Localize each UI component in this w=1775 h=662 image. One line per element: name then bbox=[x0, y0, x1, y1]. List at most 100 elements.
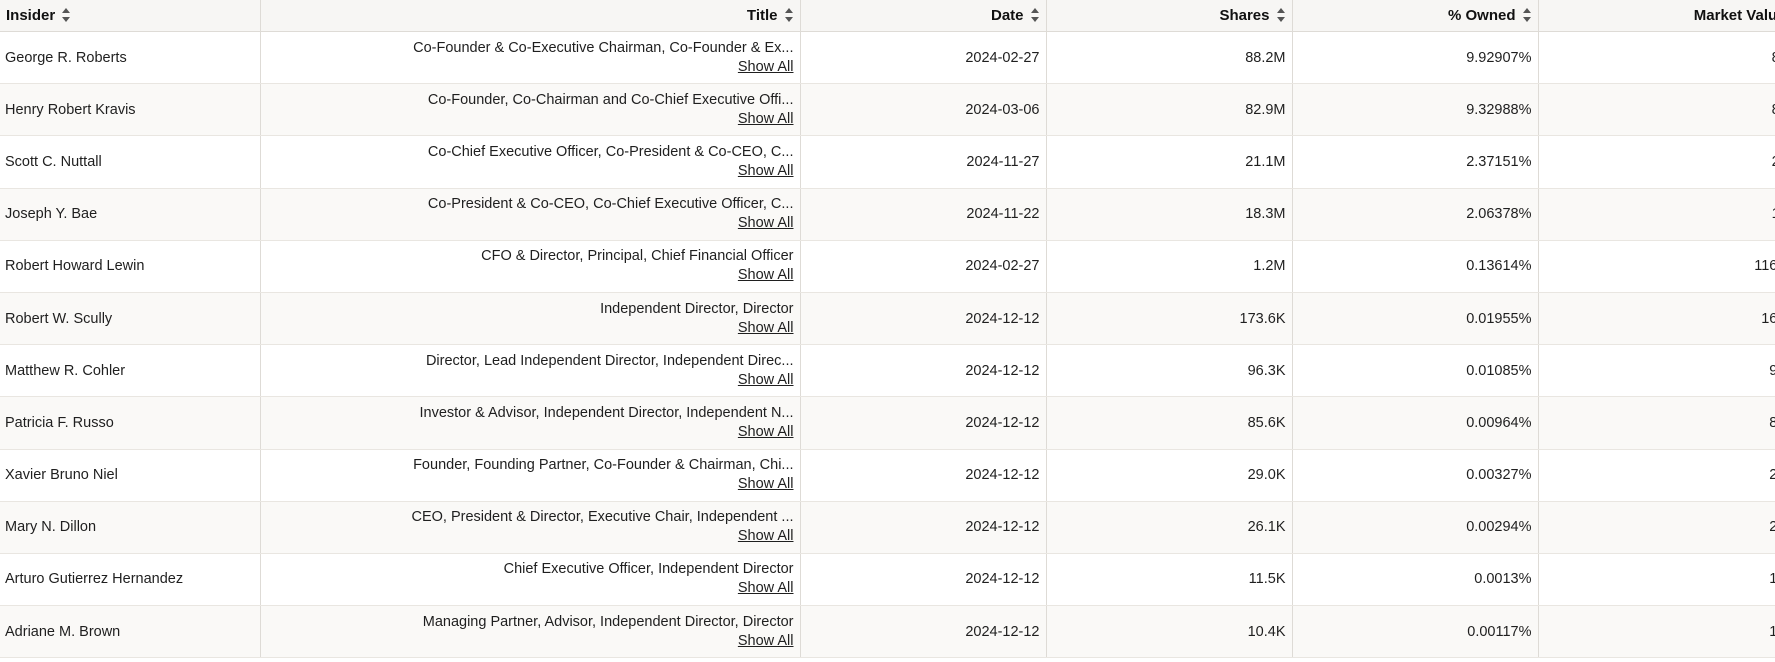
column-header-label: Market Value bbox=[1693, 7, 1775, 24]
show-all-link[interactable]: Show All bbox=[267, 162, 794, 181]
cell-owned: 0.13614% bbox=[1292, 240, 1539, 293]
cell-date: 2024-02-27 bbox=[800, 31, 1047, 85]
show-all-link[interactable]: Show All bbox=[267, 110, 794, 129]
show-all-link[interactable]: Show All bbox=[267, 475, 794, 494]
cell-shares: 85.6K bbox=[1046, 396, 1293, 450]
cell-date: 2024-02-27 bbox=[800, 240, 1047, 293]
cell-date: 2024-12-12 bbox=[800, 449, 1047, 502]
cell-owned: 0.00117% bbox=[1292, 605, 1539, 659]
column-header-market-value[interactable]: Market Value bbox=[1538, 0, 1775, 32]
cell-shares: 29.0K bbox=[1046, 449, 1293, 502]
sort-icon bbox=[61, 8, 71, 22]
cell-title: Managing Partner, Advisor, Independent D… bbox=[260, 605, 801, 659]
title-text: Independent Director, Director bbox=[600, 300, 794, 317]
column-header-title[interactable]: Title bbox=[260, 0, 801, 32]
table-row: Henry Robert Kravis Co-Founder, Co-Chairm… bbox=[0, 83, 1775, 137]
cell-owned: 9.92907% bbox=[1292, 31, 1539, 85]
cell-insider: Robert W. Scully bbox=[0, 292, 261, 346]
title-text: Founder, Founding Partner, Co-Founder & … bbox=[413, 457, 794, 474]
show-all-link[interactable]: Show All bbox=[267, 632, 794, 651]
cell-date: 2024-11-22 bbox=[800, 188, 1047, 241]
cell-title: Investor & Advisor, Independent Director… bbox=[260, 396, 801, 450]
cell-date: 2024-12-12 bbox=[800, 501, 1047, 554]
show-all-link[interactable]: Show All bbox=[267, 58, 794, 77]
cell-date: 2024-11-27 bbox=[800, 135, 1047, 189]
column-header-shares[interactable]: Shares bbox=[1046, 0, 1293, 32]
title-text: Co-Chief Executive Officer, Co-President… bbox=[427, 143, 794, 160]
cell-date: 2024-12-12 bbox=[800, 292, 1047, 346]
cell-owned: 0.0013% bbox=[1292, 553, 1539, 607]
insider-table-container: Insider Title Date Shares % Owned Market… bbox=[0, 0, 1775, 659]
cell-title: Co-President & Co-CEO, Co-Chief Executiv… bbox=[260, 188, 801, 241]
insider-table: Insider Title Date Shares % Owned Market… bbox=[0, 0, 1775, 659]
title-text: CEO, President & Director, Executive Cha… bbox=[411, 509, 794, 526]
cell-title: CEO, President & Director, Executive Cha… bbox=[260, 501, 801, 554]
column-header-label: Date bbox=[990, 7, 1024, 24]
table-row: Mary N. Dillon CEO, President & Director,… bbox=[0, 501, 1775, 554]
table-row: Robert Howard Lewin CFO & Director, Princ… bbox=[0, 240, 1775, 293]
column-header-owned[interactable]: % Owned bbox=[1292, 0, 1539, 32]
cell-owned: 2.06378% bbox=[1292, 188, 1539, 241]
title-text: Director, Lead Independent Director, Ind… bbox=[425, 352, 794, 369]
cell-shares: 173.6K bbox=[1046, 292, 1293, 346]
table-header: Insider Title Date Shares % Owned Market… bbox=[0, 0, 1775, 32]
table-row: Scott C. Nuttall Co-Chief Executive Offic… bbox=[0, 135, 1775, 189]
cell-insider: Matthew R. Cohler bbox=[0, 344, 261, 398]
table-row: George R. Roberts Co-Founder & Co-Executi… bbox=[0, 31, 1775, 85]
cell-market-value: 2.5M bbox=[1538, 501, 1775, 554]
cell-insider: Mary N. Dillon bbox=[0, 501, 261, 554]
cell-title: Chief Executive Officer, Independent Dir… bbox=[260, 553, 801, 607]
cell-insider: Henry Robert Kravis bbox=[0, 83, 261, 137]
sort-icon bbox=[1030, 8, 1040, 22]
cell-market-value: 8.5B bbox=[1538, 31, 1775, 85]
table-row: Joseph Y. Bae Co-President & Co-CEO, Co-C… bbox=[0, 188, 1775, 241]
show-all-link[interactable]: Show All bbox=[267, 423, 794, 442]
cell-shares: 96.3K bbox=[1046, 344, 1293, 398]
title-text: Investor & Advisor, Independent Director… bbox=[419, 404, 794, 421]
cell-shares: 10.4K bbox=[1046, 605, 1293, 659]
cell-market-value: 2.0B bbox=[1538, 135, 1775, 189]
title-text: CFO & Director, Principal, Chief Financi… bbox=[481, 248, 794, 265]
cell-market-value: 2.8M bbox=[1538, 449, 1775, 502]
cell-owned: 2.37151% bbox=[1292, 135, 1539, 189]
cell-shares: 1.2M bbox=[1046, 240, 1293, 293]
show-all-link[interactable]: Show All bbox=[267, 214, 794, 233]
cell-market-value: 116.1M bbox=[1538, 240, 1775, 293]
title-text: Co-Founder & Co-Executive Chairman, Co-F… bbox=[413, 39, 794, 56]
cell-market-value: 1.8B bbox=[1538, 188, 1775, 241]
cell-owned: 9.32988% bbox=[1292, 83, 1539, 137]
cell-title: Founder, Founding Partner, Co-Founder & … bbox=[260, 449, 801, 502]
cell-owned: 0.00327% bbox=[1292, 449, 1539, 502]
cell-title: Independent Director, Director Show All bbox=[260, 292, 801, 346]
column-header-label: % Owned bbox=[1447, 7, 1516, 24]
cell-shares: 82.9M bbox=[1046, 83, 1293, 137]
table-row: Adriane M. Brown Managing Partner, Adviso… bbox=[0, 605, 1775, 659]
show-all-link[interactable]: Show All bbox=[267, 579, 794, 598]
cell-shares: 88.2M bbox=[1046, 31, 1293, 85]
sort-icon bbox=[1276, 8, 1286, 22]
cell-shares: 21.1M bbox=[1046, 135, 1293, 189]
cell-insider: Patricia F. Russo bbox=[0, 396, 261, 450]
cell-insider: Scott C. Nuttall bbox=[0, 135, 261, 189]
cell-shares: 26.1K bbox=[1046, 501, 1293, 554]
cell-insider: George R. Roberts bbox=[0, 31, 261, 85]
show-all-link[interactable]: Show All bbox=[267, 266, 794, 285]
column-header-date[interactable]: Date bbox=[800, 0, 1047, 32]
cell-date: 2024-12-12 bbox=[800, 344, 1047, 398]
title-text: Managing Partner, Advisor, Independent D… bbox=[422, 613, 794, 630]
column-header-insider[interactable]: Insider bbox=[0, 0, 261, 32]
cell-shares: 11.5K bbox=[1046, 553, 1293, 607]
cell-title: Co-Chief Executive Officer, Co-President… bbox=[260, 135, 801, 189]
cell-insider: Xavier Bruno Niel bbox=[0, 449, 261, 502]
cell-market-value: 8.0B bbox=[1538, 83, 1775, 137]
cell-shares: 18.3M bbox=[1046, 188, 1293, 241]
table-body: George R. Roberts Co-Founder & Co-Executi… bbox=[0, 31, 1775, 659]
cell-title: Co-Founder & Co-Executive Chairman, Co-F… bbox=[260, 31, 801, 85]
column-header-label: Title bbox=[746, 7, 778, 24]
show-all-link[interactable]: Show All bbox=[267, 319, 794, 338]
show-all-link[interactable]: Show All bbox=[267, 527, 794, 546]
table-row: Xavier Bruno Niel Founder, Founding Partn… bbox=[0, 449, 1775, 502]
cell-date: 2024-12-12 bbox=[800, 605, 1047, 659]
cell-insider: Joseph Y. Bae bbox=[0, 188, 261, 241]
show-all-link[interactable]: Show All bbox=[267, 371, 794, 390]
